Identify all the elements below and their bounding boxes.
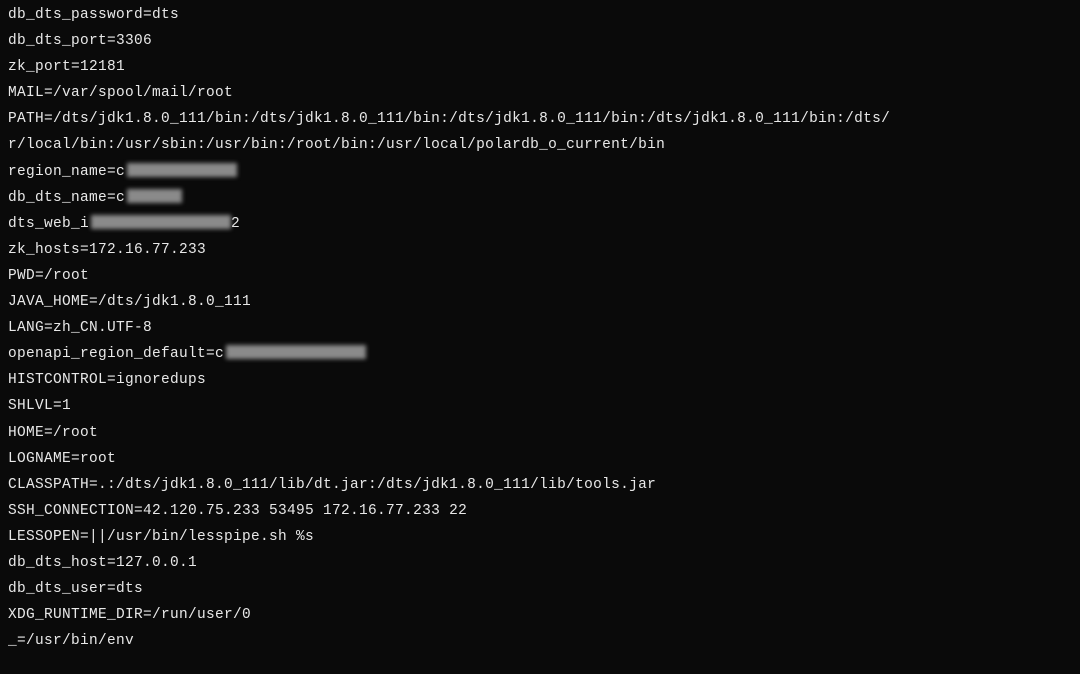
env-line: HISTCONTROL=ignoredups (8, 367, 1072, 393)
env-line: PWD=/root (8, 263, 1072, 289)
env-line: zk_port=12181 (8, 54, 1072, 80)
redacted-value (127, 163, 237, 177)
redacted-value (91, 215, 231, 229)
env-line: SSH_CONNECTION=42.120.75.233 53495 172.1… (8, 498, 1072, 524)
env-value: region_name=c (8, 164, 125, 180)
env-line: LESSOPEN=||/usr/bin/lesspipe.sh %s (8, 524, 1072, 550)
env-line: zk_hosts=172.16.77.233 (8, 237, 1072, 263)
env-line: HOME=/root (8, 420, 1072, 446)
env-line: db_dts_user=dts (8, 576, 1072, 602)
env-line: MAIL=/var/spool/mail/root (8, 80, 1072, 106)
env-line: SHLVL=1 (8, 393, 1072, 419)
redacted-value (127, 189, 182, 203)
env-line: openapi_region_default=c (8, 341, 1072, 367)
redacted-value (226, 345, 366, 359)
env-line: db_dts_password=dts (8, 2, 1072, 28)
env-line: LOGNAME=root (8, 446, 1072, 472)
env-line: PATH=/dts/jdk1.8.0_111/bin:/dts/jdk1.8.0… (8, 106, 1072, 132)
env-line: CLASSPATH=.:/dts/jdk1.8.0_111/lib/dt.jar… (8, 472, 1072, 498)
env-value: dts_web_i (8, 216, 89, 232)
env-value: db_dts_name=c (8, 190, 125, 206)
env-line: db_dts_host=127.0.0.1 (8, 550, 1072, 576)
env-line: dts_web_i 2 (8, 211, 1072, 237)
env-line: JAVA_HOME=/dts/jdk1.8.0_111 (8, 289, 1072, 315)
terminal-output: db_dts_password=dts db_dts_port=3306 zk_… (0, 0, 1080, 656)
env-line: XDG_RUNTIME_DIR=/run/user/0 (8, 602, 1072, 628)
env-line: db_dts_port=3306 (8, 28, 1072, 54)
env-line: LANG=zh_CN.UTF-8 (8, 315, 1072, 341)
env-line: r/local/bin:/usr/sbin:/usr/bin:/root/bin… (8, 132, 1072, 158)
env-value: 2 (231, 216, 240, 232)
env-value: openapi_region_default=c (8, 346, 224, 362)
env-line: _=/usr/bin/env (8, 628, 1072, 654)
env-line: region_name=c (8, 159, 1072, 185)
env-line: db_dts_name=c (8, 185, 1072, 211)
